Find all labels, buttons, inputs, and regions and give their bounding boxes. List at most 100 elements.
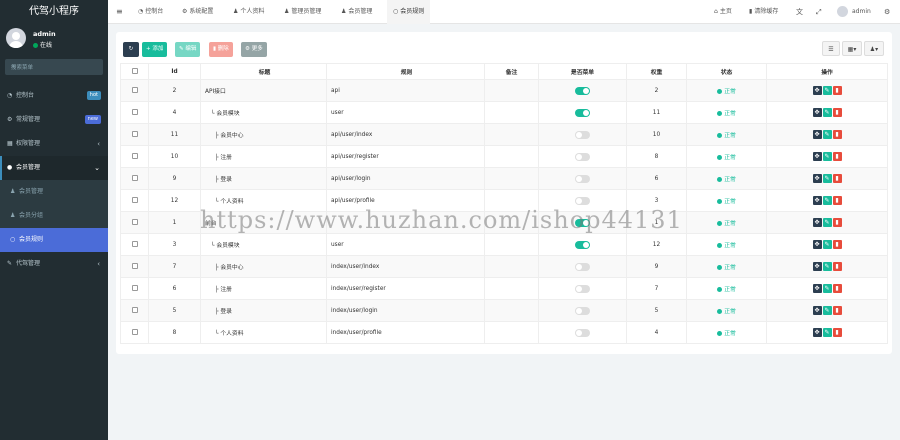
drag-move-icon[interactable]: ✥: [812, 328, 822, 337]
sidebar-item-members[interactable]: ● 会员管理 ⌄: [0, 156, 108, 180]
menu-toggle[interactable]: [575, 240, 590, 249]
row-checkbox[interactable]: [120, 101, 149, 124]
drag-move-icon[interactable]: ✥: [812, 306, 822, 315]
menu-search-input[interactable]: 搜索菜单 ⌕: [5, 59, 103, 75]
edit-pencil-icon[interactable]: ✎: [822, 262, 832, 271]
tab-admin-manage[interactable]: ♟ 管理员管理: [284, 0, 321, 24]
delete-trash-icon[interactable]: ▮: [832, 306, 842, 315]
toggle-view-button[interactable]: ☰: [822, 41, 840, 56]
row-checkbox[interactable]: [120, 233, 149, 256]
delete-trash-icon[interactable]: ▮: [832, 108, 842, 117]
select-all-checkbox[interactable]: [120, 63, 149, 80]
settings-icon[interactable]: ⚙: [884, 0, 890, 24]
menu-toggle[interactable]: [575, 262, 590, 271]
tab-system-config[interactable]: ⚙ 系统配置: [182, 0, 213, 24]
table-row[interactable]: 6 ├ 注册 index/user/register 7 正常 ✥ ✎ ▮: [120, 277, 888, 300]
row-checkbox[interactable]: [120, 79, 149, 102]
tab-dashboard[interactable]: ◔ 控制台: [138, 0, 163, 24]
menu-toggle[interactable]: [575, 86, 590, 95]
edit-pencil-icon[interactable]: ✎: [822, 306, 832, 315]
edit-pencil-icon[interactable]: ✎: [822, 152, 832, 161]
menu-toggle[interactable]: [575, 196, 590, 205]
menu-toggle[interactable]: [575, 130, 590, 139]
edit-pencil-icon[interactable]: ✎: [822, 240, 832, 249]
user-menu[interactable]: admin: [837, 0, 871, 24]
menu-toggle[interactable]: [575, 152, 590, 161]
delete-trash-icon[interactable]: ▮: [832, 284, 842, 293]
row-checkbox[interactable]: [120, 277, 149, 300]
table-row[interactable]: 7 ├ 会员中心 index/user/index 9 正常 ✥ ✎ ▮: [120, 255, 888, 278]
menu-toggle[interactable]: [575, 306, 590, 315]
clear-cache-button[interactable]: ▮ 清除缓存: [749, 0, 778, 24]
row-checkbox[interactable]: [120, 255, 149, 278]
home-link[interactable]: ⌂ 主页: [714, 0, 732, 24]
edit-pencil-icon[interactable]: ✎: [822, 108, 832, 117]
tab-member-manage[interactable]: ♟ 会员管理: [341, 0, 372, 24]
edit-pencil-icon[interactable]: ✎: [822, 174, 832, 183]
delete-trash-icon[interactable]: ▮: [832, 218, 842, 227]
table-row[interactable]: 8 └ 个人资料 index/user/profile 4 正常 ✥ ✎ ▮: [120, 321, 888, 344]
table-row[interactable]: 2 API接口 api 2 正常 ✥ ✎ ▮: [120, 79, 888, 102]
row-checkbox[interactable]: [120, 123, 149, 146]
edit-pencil-icon[interactable]: ✎: [822, 284, 832, 293]
delete-button[interactable]: ▮ 删除: [209, 42, 233, 57]
sidebar-item-general[interactable]: ⚙ 常规管理 new: [0, 108, 108, 132]
delete-trash-icon[interactable]: ▮: [832, 130, 842, 139]
delete-trash-icon[interactable]: ▮: [832, 328, 842, 337]
tab-member-rule[interactable]: ○ 会员规则: [387, 0, 431, 24]
add-button[interactable]: + 添加: [142, 42, 168, 57]
edit-pencil-icon[interactable]: ✎: [822, 218, 832, 227]
drag-move-icon[interactable]: ✥: [812, 152, 822, 161]
edit-pencil-icon[interactable]: ✎: [822, 130, 832, 139]
more-button[interactable]: ⚙ 更多: [241, 42, 267, 57]
export-button[interactable]: ♟▾: [864, 41, 884, 56]
row-checkbox[interactable]: [120, 167, 149, 190]
tab-profile[interactable]: ♟ 个人资料: [233, 0, 264, 24]
sidebar-subitem-member-rule[interactable]: ○ 会员规则: [0, 228, 108, 252]
delete-trash-icon[interactable]: ▮: [832, 240, 842, 249]
sidebar-item-driver[interactable]: ✎ 代驾管理 ‹: [0, 252, 108, 276]
edit-pencil-icon[interactable]: ✎: [822, 196, 832, 205]
delete-trash-icon[interactable]: ▮: [832, 174, 842, 183]
delete-trash-icon[interactable]: ▮: [832, 262, 842, 271]
menu-toggle[interactable]: [575, 328, 590, 337]
menu-toggle[interactable]: [575, 174, 590, 183]
drag-move-icon[interactable]: ✥: [812, 262, 822, 271]
drag-move-icon[interactable]: ✥: [812, 174, 822, 183]
table-row[interactable]: 5 ├ 登录 index/user/login 5 正常 ✥ ✎ ▮: [120, 299, 888, 322]
search-icon[interactable]: ⌕: [11, 62, 99, 71]
language-icon[interactable]: 文: [796, 0, 803, 24]
drag-move-icon[interactable]: ✥: [812, 284, 822, 293]
drag-move-icon[interactable]: ✥: [812, 108, 822, 117]
row-checkbox[interactable]: [120, 145, 149, 168]
menu-toggle[interactable]: [575, 108, 590, 117]
delete-trash-icon[interactable]: ▮: [832, 152, 842, 161]
brand-title[interactable]: 代驾小程序: [0, 0, 108, 24]
table-row[interactable]: 9 ├ 登录 api/user/login 6 正常 ✥ ✎ ▮: [120, 167, 888, 190]
menu-toggle[interactable]: [575, 284, 590, 293]
sidebar-item-auth[interactable]: ▦ 权限管理 ‹: [0, 132, 108, 156]
table-row[interactable]: 3 └ 会员模块 user 12 正常 ✥ ✎ ▮: [120, 233, 888, 256]
drag-move-icon[interactable]: ✥: [812, 196, 822, 205]
refresh-button[interactable]: ↻: [123, 42, 139, 57]
row-checkbox[interactable]: [120, 321, 149, 344]
sidebar-subitem-member-list[interactable]: ♟ 会员管理: [0, 180, 108, 204]
edit-pencil-icon[interactable]: ✎: [822, 328, 832, 337]
table-row[interactable]: 11 ├ 会员中心 api/user/index 10 正常 ✥ ✎ ▮: [120, 123, 888, 146]
edit-button[interactable]: ✎ 编辑: [175, 42, 201, 57]
row-checkbox[interactable]: [120, 189, 149, 212]
columns-button[interactable]: ▦▾: [842, 41, 862, 56]
sidebar-item-dashboard[interactable]: ◔ 控制台 hot: [0, 84, 108, 108]
drag-move-icon[interactable]: ✥: [812, 86, 822, 95]
table-row[interactable]: 10 ├ 注册 api/user/register 8 正常 ✥ ✎ ▮: [120, 145, 888, 168]
delete-trash-icon[interactable]: ▮: [832, 196, 842, 205]
table-row[interactable]: 4 └ 会员模块 user 11 正常 ✥ ✎ ▮: [120, 101, 888, 124]
menu-toggle-icon[interactable]: ≡: [116, 0, 123, 24]
drag-move-icon[interactable]: ✥: [812, 240, 822, 249]
row-checkbox[interactable]: [120, 211, 149, 234]
col-id[interactable]: Id: [148, 63, 201, 80]
drag-move-icon[interactable]: ✥: [812, 130, 822, 139]
drag-move-icon[interactable]: ✥: [812, 218, 822, 227]
delete-trash-icon[interactable]: ▮: [832, 86, 842, 95]
edit-pencil-icon[interactable]: ✎: [822, 86, 832, 95]
